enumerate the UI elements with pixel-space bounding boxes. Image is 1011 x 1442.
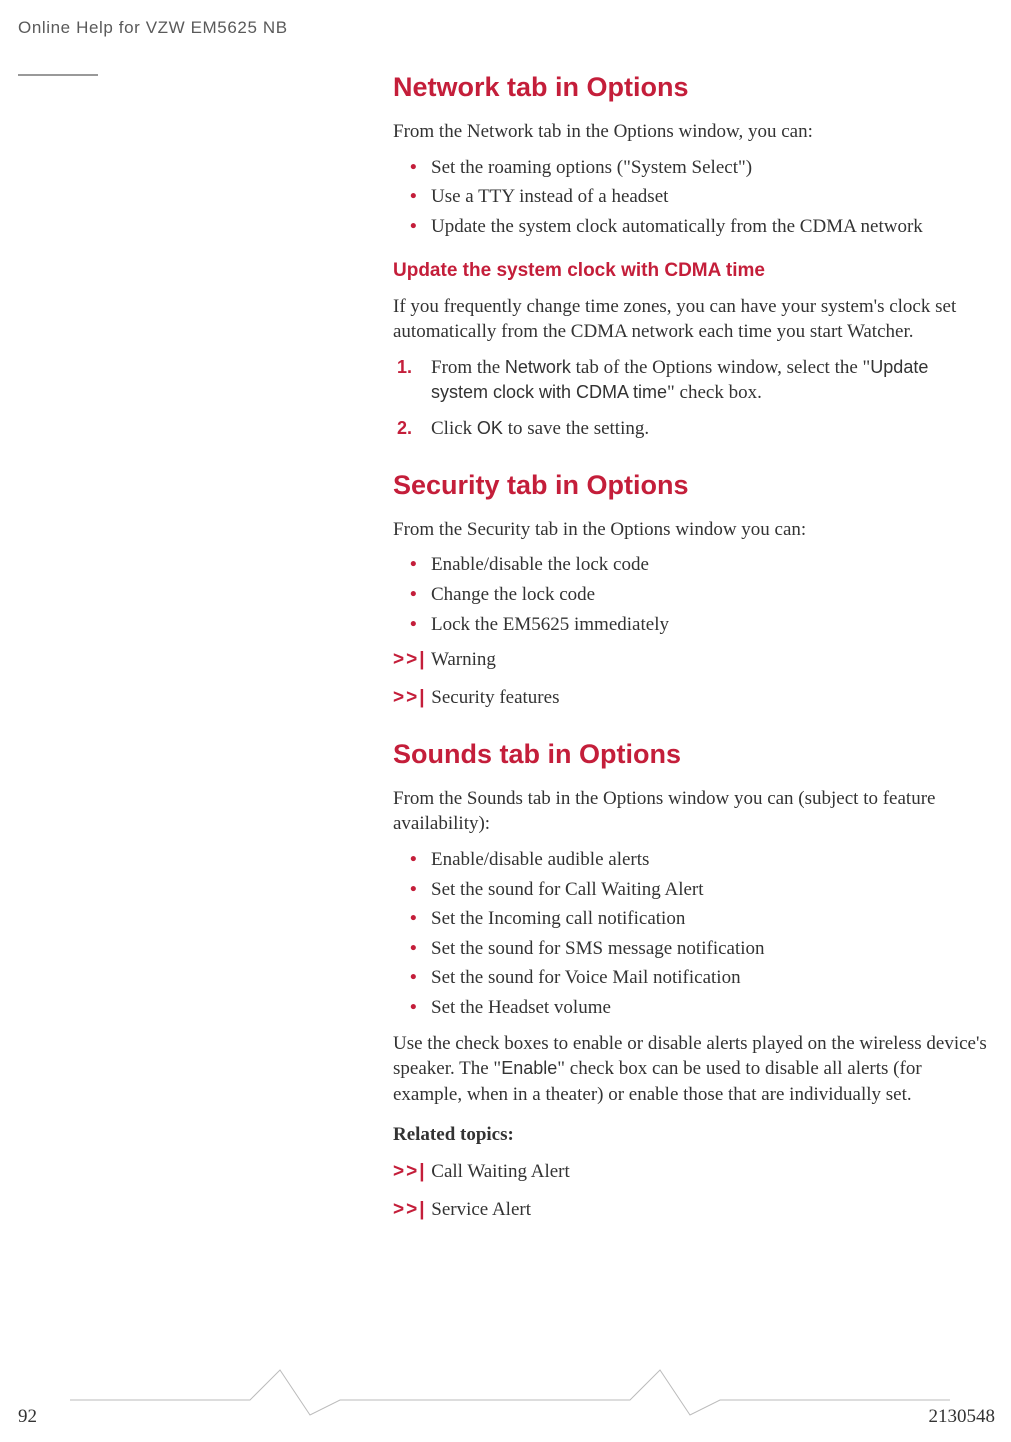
link-marker-icon: >>|	[393, 649, 427, 670]
link-marker-icon: >>|	[393, 687, 427, 708]
ui-term: Network	[505, 357, 571, 377]
step-number: 1.	[397, 355, 412, 379]
page-number: 92	[18, 1406, 37, 1428]
ui-term: Enable	[501, 1058, 557, 1078]
step-number: 2.	[397, 416, 412, 440]
list-item: Set the Incoming call notification	[393, 906, 988, 932]
link-row[interactable]: >>| Warning	[393, 647, 988, 673]
link-text: Service Alert	[431, 1199, 531, 1220]
step-text: tab of the Options window, select the "	[571, 357, 870, 378]
network-intro: From the Network tab in the Options wind…	[393, 119, 988, 145]
clock-subheading: Update the system clock with CDMA time	[393, 260, 988, 282]
doc-number: 2130548	[929, 1406, 996, 1428]
list-item: Change the lock code	[393, 582, 988, 608]
security-bullets: Enable/disable the lock code Change the …	[393, 552, 988, 637]
sounds-heading: Sounds tab in Options	[393, 739, 988, 770]
link-text: Warning	[431, 649, 496, 670]
step-text: to save the setting.	[503, 418, 649, 439]
page-footer: 92 2130548	[18, 1406, 995, 1428]
link-row[interactable]: >>| Service Alert	[393, 1197, 988, 1223]
network-bullets: Set the roaming options ("System Select"…	[393, 155, 988, 240]
left-margin-rule	[18, 74, 98, 76]
list-item: Use a TTY instead of a headset	[393, 184, 988, 210]
step-item: 1. From the Network tab of the Options w…	[393, 355, 988, 406]
ui-term: OK	[477, 418, 503, 438]
step-item: 2. Click OK to save the setting.	[393, 416, 988, 442]
list-item: Set the sound for SMS message notificati…	[393, 936, 988, 962]
related-topics-label: Related topics:	[393, 1122, 988, 1148]
clock-steps: 1. From the Network tab of the Options w…	[393, 355, 988, 442]
list-item: Set the roaming options ("System Select"…	[393, 155, 988, 181]
list-item: Update the system clock automatically fr…	[393, 214, 988, 240]
security-intro: From the Security tab in the Options win…	[393, 517, 988, 543]
page-header: Online Help for VZW EM5625 NB	[18, 18, 288, 38]
link-row[interactable]: >>| Call Waiting Alert	[393, 1159, 988, 1185]
network-heading: Network tab in Options	[393, 72, 988, 103]
main-content: Network tab in Options From the Network …	[393, 72, 988, 1235]
list-item: Set the sound for Call Waiting Alert	[393, 877, 988, 903]
security-links: >>| Warning >>| Security features	[393, 647, 988, 710]
link-marker-icon: >>|	[393, 1199, 427, 1220]
step-text: " check box.	[667, 382, 762, 403]
security-heading: Security tab in Options	[393, 470, 988, 501]
list-item: Set the sound for Voice Mail notificatio…	[393, 965, 988, 991]
list-item: Enable/disable the lock code	[393, 552, 988, 578]
step-text: From the	[431, 357, 505, 378]
clock-paragraph: If you frequently change time zones, you…	[393, 294, 988, 345]
link-text: Call Waiting Alert	[431, 1161, 570, 1182]
link-text: Security features	[431, 687, 559, 708]
sounds-links: >>| Call Waiting Alert >>| Service Alert	[393, 1159, 988, 1222]
sounds-paragraph: Use the check boxes to enable or disable…	[393, 1031, 988, 1108]
list-item: Lock the EM5625 immediately	[393, 612, 988, 638]
list-item: Enable/disable audible alerts	[393, 847, 988, 873]
sounds-bullets: Enable/disable audible alerts Set the so…	[393, 847, 988, 1021]
list-item: Set the Headset volume	[393, 995, 988, 1021]
link-marker-icon: >>|	[393, 1161, 427, 1182]
step-text: Click	[431, 418, 477, 439]
sounds-intro: From the Sounds tab in the Options windo…	[393, 786, 988, 837]
link-row[interactable]: >>| Security features	[393, 685, 988, 711]
